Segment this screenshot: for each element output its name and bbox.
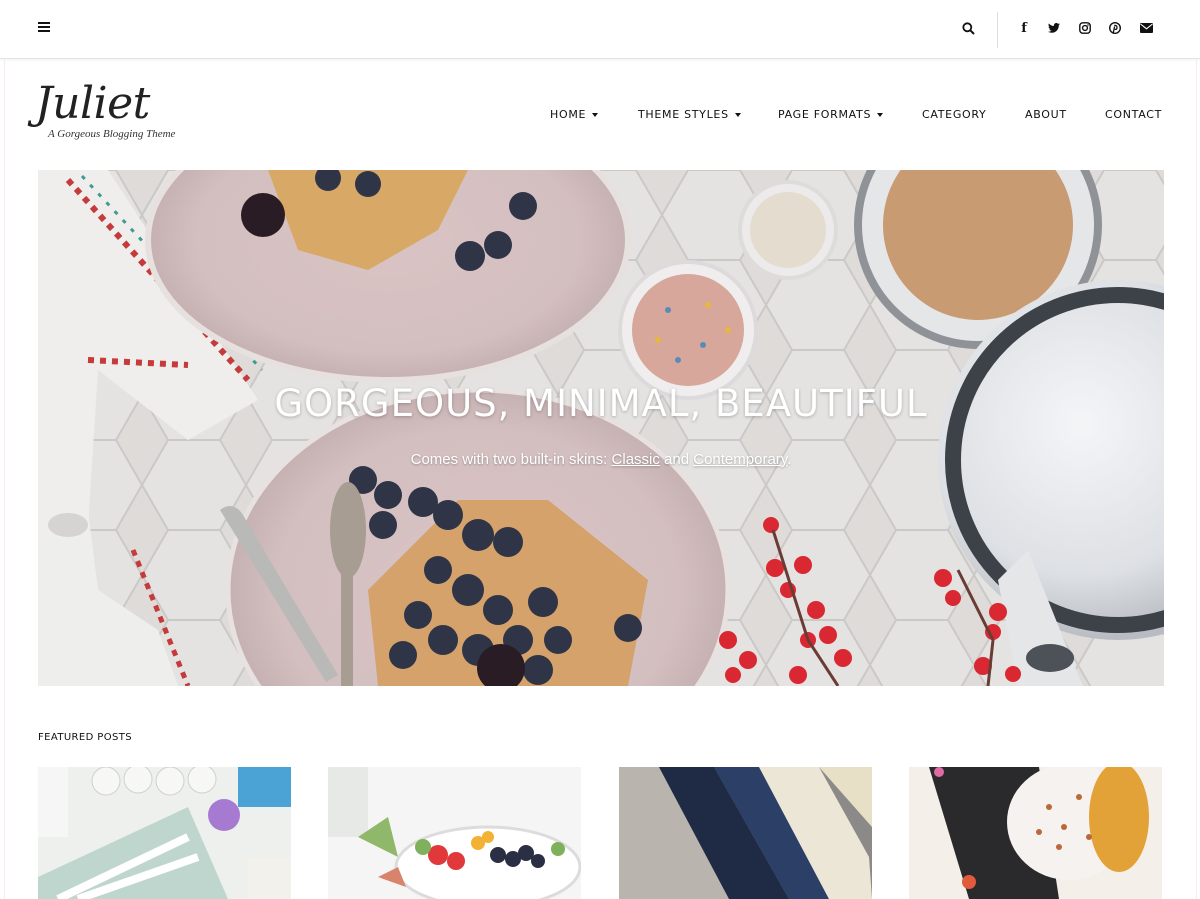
caret-down-icon <box>877 112 884 117</box>
fruit-salad-bowl-photo <box>328 767 581 899</box>
hero-background-image <box>38 170 1164 686</box>
nav-item-theme-styles[interactable]: THEME STYLES <box>638 108 741 121</box>
main-navigation: HOME THEME STYLES PAGE FORMATS CATEGORY … <box>5 108 1195 126</box>
stacked-books-photo <box>619 767 872 899</box>
instagram-icon[interactable] <box>1074 17 1096 39</box>
nav-label: PAGE FORMATS <box>778 108 872 121</box>
nav-item-home[interactable]: HOME <box>550 108 599 121</box>
hero-subtitle-text: and <box>659 451 694 468</box>
caret-down-icon <box>592 112 599 117</box>
hero-subtitle-text: Comes with two built-in skins: <box>410 451 612 468</box>
nav-item-about[interactable]: ABOUT <box>1025 108 1067 121</box>
sprinkle-donuts-photo <box>909 767 1162 899</box>
nav-item-page-formats[interactable]: PAGE FORMATS <box>778 108 884 121</box>
nav-label: THEME STYLES <box>638 108 729 121</box>
featured-posts-heading: FEATURED POSTS <box>38 732 133 743</box>
nav-item-contact[interactable]: CONTACT <box>1105 108 1162 121</box>
search-icon[interactable] <box>957 17 979 39</box>
nav-item-category[interactable]: CATEGORY <box>922 108 986 121</box>
top-bar: f <box>0 0 1200 59</box>
hero-slider[interactable]: GORGEOUS, MINIMAL, BEAUTIFUL Comes with … <box>38 170 1164 686</box>
hamburger-menu-icon[interactable] <box>34 17 54 37</box>
pinterest-icon[interactable] <box>1104 17 1126 39</box>
caret-down-icon <box>734 112 741 117</box>
featured-post-thumbnail[interactable] <box>38 767 291 899</box>
nav-label: ABOUT <box>1025 108 1067 121</box>
nav-label: CATEGORY <box>922 108 987 121</box>
email-icon[interactable] <box>1135 17 1157 39</box>
hero-subtitle: Comes with two built-in skins: Classic a… <box>38 451 1164 468</box>
featured-post-thumbnail[interactable] <box>619 767 872 899</box>
stationery-desk-photo <box>38 767 291 899</box>
hero-title: GORGEOUS, MINIMAL, BEAUTIFUL <box>274 382 928 425</box>
contemporary-skin-link[interactable]: Contemporary <box>693 451 787 468</box>
featured-post-thumbnail[interactable] <box>909 767 1162 899</box>
twitter-icon[interactable] <box>1043 17 1065 39</box>
featured-post-thumbnail[interactable] <box>328 767 581 899</box>
nav-label: CONTACT <box>1105 108 1163 121</box>
hero-subtitle-text: . <box>787 451 792 468</box>
classic-skin-link[interactable]: Classic <box>612 451 660 468</box>
topbar-divider <box>997 12 998 48</box>
page-container: Juliet A Gorgeous Blogging Theme HOME TH… <box>4 60 1197 899</box>
nav-label: HOME <box>550 108 587 121</box>
site-tagline: A Gorgeous Blogging Theme <box>48 128 176 140</box>
facebook-icon[interactable]: f <box>1013 17 1035 39</box>
